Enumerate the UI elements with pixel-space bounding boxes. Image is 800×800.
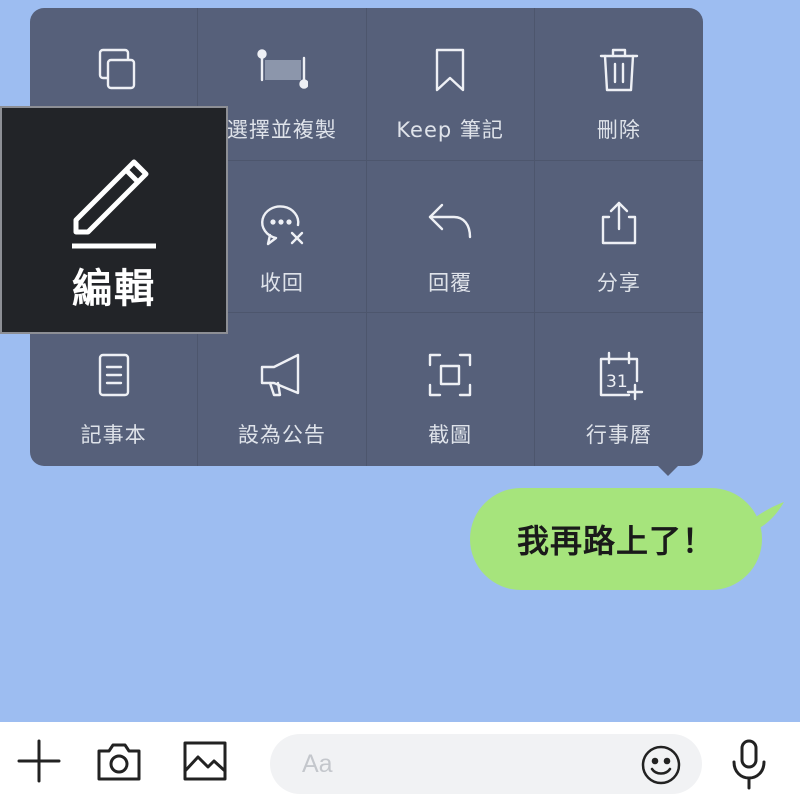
- screenshot-icon: [428, 354, 472, 397]
- menu-item-label: 截圖: [428, 423, 473, 448]
- reply-arrow-icon: [428, 203, 472, 238]
- menu-item-calendar[interactable]: 31 行事曆: [535, 313, 703, 466]
- edit-button-highlight[interactable]: 編輯: [0, 106, 228, 334]
- menu-item-notes[interactable]: 記事本: [30, 313, 199, 466]
- image-icon: [183, 741, 227, 781]
- copy-icon: [98, 48, 135, 90]
- menu-item-label: Keep 筆記: [396, 118, 504, 142]
- unsend-chat-icon: [260, 204, 304, 245]
- camera-icon: [97, 743, 141, 781]
- pencil-icon: [72, 159, 156, 249]
- message-bubble[interactable]: 我再路上了！: [470, 488, 762, 590]
- menu-item-label: 選擇並複製: [226, 118, 337, 142]
- microphone-icon: [732, 739, 766, 790]
- input-bar: Aa: [0, 722, 800, 800]
- edit-label: 編輯: [72, 266, 156, 312]
- bookmark-icon: [435, 48, 465, 92]
- menu-item-keep[interactable]: Keep 筆記: [366, 8, 535, 161]
- message-text: 我再路上了！: [516, 522, 715, 560]
- menu-item-label: 行事曆: [585, 423, 652, 448]
- megaphone-icon: [260, 354, 300, 397]
- menu-item-reply[interactable]: 回覆: [366, 160, 535, 314]
- emoji-button[interactable]: [638, 742, 684, 788]
- camera-button[interactable]: [94, 736, 144, 786]
- emoji-icon: [641, 745, 681, 785]
- menu-item-announce[interactable]: 設為公告: [198, 313, 367, 466]
- plus-icon: [17, 739, 61, 783]
- calendar-day-number: 31: [606, 372, 628, 392]
- share-icon: [601, 201, 637, 244]
- menu-item-label: 收回: [259, 270, 304, 295]
- menu-pointer: [654, 462, 682, 476]
- select-text-icon: [257, 49, 308, 89]
- menu-item-label: 分享: [596, 270, 641, 295]
- menu-item-share[interactable]: 分享: [534, 161, 703, 314]
- menu-item-label: 設為公告: [237, 423, 326, 448]
- menu-item-label: 刪除: [596, 118, 641, 142]
- trash-icon: [599, 48, 639, 92]
- voice-button[interactable]: [724, 736, 774, 792]
- note-icon: [98, 354, 129, 397]
- menu-item-screenshot[interactable]: 截圖: [367, 313, 535, 466]
- menu-item-label: 記事本: [80, 423, 147, 448]
- plus-button[interactable]: [14, 736, 64, 786]
- message-input-placeholder: Aa: [302, 749, 333, 778]
- menu-item-delete[interactable]: 刪除: [534, 8, 703, 161]
- menu-item-label: 回覆: [428, 270, 473, 295]
- calendar-icon: 31: [599, 352, 644, 401]
- gallery-button[interactable]: [180, 736, 230, 786]
